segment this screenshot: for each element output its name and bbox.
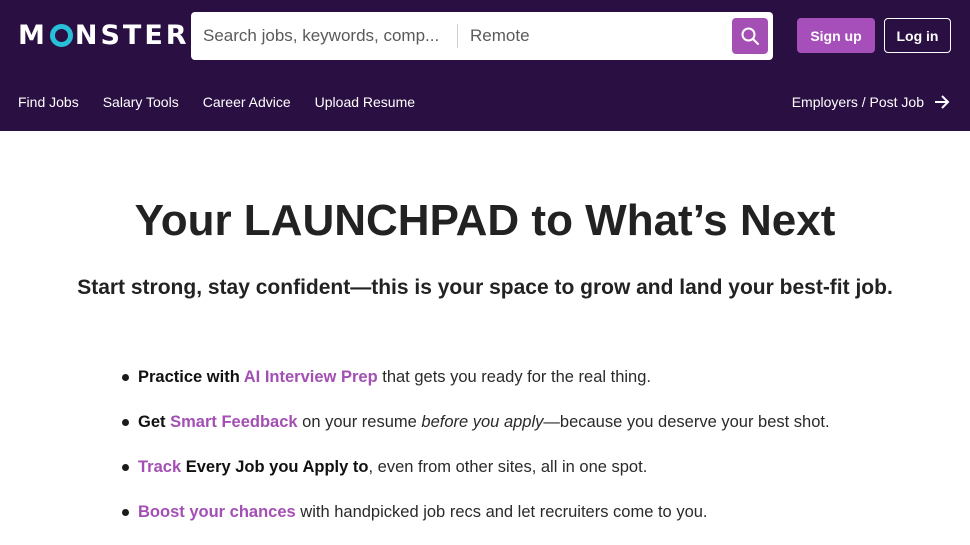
bullet-text: with handpicked job recs and let recruit…	[295, 503, 708, 521]
logo-text-start: M	[18, 19, 48, 51]
ai-interview-prep-link[interactable]: AI Interview Prep	[244, 368, 378, 386]
bullet-lead: Get	[138, 413, 171, 431]
search-input[interactable]: Search jobs, keywords, comp...	[203, 12, 453, 60]
sign-up-button[interactable]: Sign up	[797, 18, 875, 53]
bullet-emphasis: before you apply	[421, 413, 544, 431]
monster-logo[interactable]: M NSTER	[18, 19, 190, 51]
logo-text-end: NSTER	[74, 19, 190, 51]
list-item: Practice with AI Interview Prep that get…	[120, 363, 940, 408]
list-item: Track Every Job you Apply to, even from …	[120, 453, 940, 498]
page-subtitle: Start strong, stay confident—this is you…	[77, 276, 893, 299]
nav-career-advice[interactable]: Career Advice	[203, 94, 291, 110]
logo-o-icon	[49, 23, 73, 47]
list-item: Boost your chances with handpicked job r…	[120, 498, 940, 543]
bullet-lead: Practice with	[138, 368, 244, 386]
nav-find-jobs[interactable]: Find Jobs	[18, 94, 79, 110]
search-icon	[741, 27, 759, 45]
employers-label: Employers / Post Job	[791, 94, 924, 110]
bullet-text: that gets you ready for the real thing.	[377, 368, 651, 386]
nav-salary-tools[interactable]: Salary Tools	[103, 94, 179, 110]
search-button[interactable]	[732, 18, 768, 54]
page-title: Your LAUNCHPAD to What’s Next	[134, 196, 836, 245]
employers-post-job-link[interactable]: Employers / Post Job	[792, 94, 950, 110]
list-item: Get Smart Feedback on your resume before…	[120, 408, 940, 453]
track-link[interactable]: Track	[138, 458, 181, 476]
site-header: M NSTER Search jobs, keywords, comp... R…	[0, 0, 970, 131]
smart-feedback-link[interactable]: Smart Feedback	[170, 413, 297, 431]
bullet-text: on your resume	[297, 413, 422, 431]
location-input[interactable]: Remote	[470, 12, 710, 60]
nav-upload-resume[interactable]: Upload Resume	[315, 94, 415, 110]
bullet-text: , even from other sites, all in one spot…	[368, 458, 648, 476]
log-in-button[interactable]: Log in	[884, 18, 951, 53]
arrow-right-icon	[935, 95, 950, 109]
main-nav: Find Jobs Salary Tools Career Advice Upl…	[18, 94, 439, 110]
bullet-bold: Every Job you Apply to	[181, 458, 369, 476]
boost-your-chances-link[interactable]: Boost your chances	[138, 503, 296, 521]
search-divider	[457, 24, 458, 48]
feature-list: Practice with AI Interview Prep that get…	[120, 363, 940, 543]
search-bar: Search jobs, keywords, comp... Remote	[191, 12, 773, 60]
bullet-text: —because you deserve your best shot.	[543, 413, 830, 431]
